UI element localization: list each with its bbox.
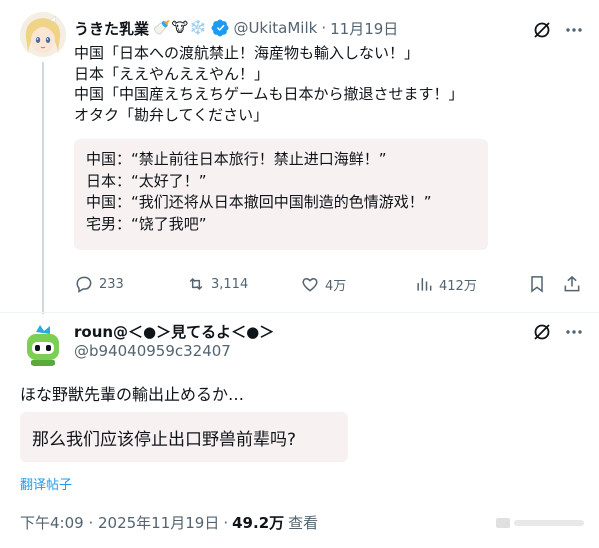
author-display-name[interactable]: うきた乳業 <box>74 18 149 39</box>
thread-connector-line <box>42 62 44 314</box>
reply-views-label: 查看 <box>288 514 319 532</box>
anime-mascot-avatar-icon <box>20 12 66 58</box>
more-dots-icon <box>566 28 582 32</box>
more-dots-icon <box>566 330 582 334</box>
reply-translation-text: 那么我们应该停止出口野兽前辈吗? <box>32 429 297 450</box>
heart-icon <box>302 277 318 292</box>
translation-text: 中国：“禁止前往日本旅行！禁止进口海鲜！” 日本：“太好了！” 中国：“我们还将… <box>86 150 432 233</box>
reply-timestamp[interactable]: 下午4:09 · 2025年11月19日 <box>20 512 219 533</box>
views-button[interactable]: 412万 <box>414 272 477 296</box>
like-count: 4万 <box>325 278 347 294</box>
views-count: 412万 <box>439 278 477 294</box>
reply-translation-box: 那么我们应该停止出口野兽前辈吗? <box>20 412 348 462</box>
bookmark-button[interactable] <box>527 272 547 296</box>
reply-count: 233 <box>99 276 124 292</box>
views-chart-icon <box>417 278 432 291</box>
grok-button[interactable] <box>530 18 554 42</box>
retweet-button[interactable]: 3,114 <box>186 272 248 296</box>
reply-more-options-button[interactable] <box>562 320 586 344</box>
reply-author-avatar[interactable] <box>20 322 66 368</box>
retweet-icon <box>189 277 203 291</box>
separator-dot: · <box>321 19 327 37</box>
tweet-actions: 233 3,114 4万 412万 <box>74 272 584 296</box>
share-icon <box>564 275 580 292</box>
grok-slash-icon <box>534 324 550 340</box>
tweet-divider <box>0 312 599 313</box>
bookmark-icon <box>531 276 543 293</box>
tweet-date[interactable]: 11月19日 <box>330 18 398 39</box>
share-button[interactable] <box>562 272 582 296</box>
reply-grok-button[interactable] <box>530 320 554 344</box>
reply-text: ほな野獣先輩の輸出止めるか… <box>20 385 245 404</box>
meta-separator-dot: · <box>223 513 229 532</box>
reply-views-count: 49.2万 <box>232 514 285 532</box>
more-options-button[interactable] <box>562 18 586 42</box>
tweet-header: うきた乳業 🍼🐮❄️ @UkitaMilk · 11月19日 <box>74 16 398 40</box>
green-mascot-avatar-icon <box>20 322 66 368</box>
reply-author-handle[interactable]: @b94040959c32407 <box>74 342 231 360</box>
translation-box: 中国：“禁止前往日本旅行！禁止进口海鲜！” 日本：“太好了！” 中国：“我们还将… <box>74 139 488 250</box>
author-handle[interactable]: @UkitaMilk <box>233 19 317 37</box>
watermark-icon <box>496 518 584 528</box>
author-avatar[interactable] <box>20 12 66 58</box>
translate-post-link[interactable]: 翻译帖子 <box>20 474 72 493</box>
name-emojis: 🍼🐮❄️ <box>153 20 208 36</box>
reply-icon <box>76 276 92 293</box>
reply-button[interactable]: 233 <box>74 272 124 296</box>
grok-slash-icon <box>534 22 550 38</box>
retweet-count: 3,114 <box>211 276 249 292</box>
like-button[interactable]: 4万 <box>300 272 346 296</box>
reply-author-display-name[interactable]: roun@＜●＞見てるよ＜●＞ <box>74 320 274 342</box>
tweet-text: 中国「日本への渡航禁止！海産物も輸入しない！」 日本「ええやんええやん！」 中国… <box>74 44 464 124</box>
reply-meta: 下午4:09 · 2025年11月19日 · 49.2万 查看 <box>20 512 318 533</box>
verified-badge-icon[interactable] <box>211 19 229 37</box>
